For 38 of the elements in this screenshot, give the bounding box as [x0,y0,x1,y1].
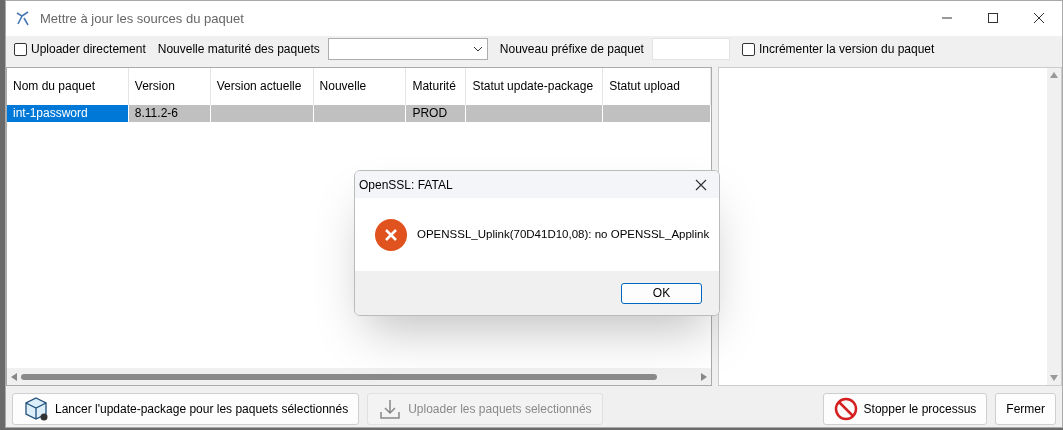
chevron-down-icon [472,46,483,53]
action-button[interactable]: Lancer l'update-package pour les paquets sélectionnés [12,392,360,425]
window-title: Mettre à jour les sources du paquet [40,9,244,28]
table-cell: int-1password [7,104,129,122]
column-header[interactable]: Version actuelle [210,67,314,105]
scroll-right-icon[interactable] [701,372,707,381]
field-label: Nouvelle maturité des paquets [157,41,320,59]
column-header[interactable]: Maturité [406,67,467,105]
scroll-left-icon[interactable] [11,372,17,381]
table-cell: PROD [406,104,467,122]
package-icon [23,395,49,422]
field-label: Nouveau préfixe de paquet [499,41,644,59]
table-cell: 8.11.2-6 [128,104,211,122]
column-header[interactable]: Statut update-package [466,67,604,105]
checkbox-label: Uploader directement [31,41,146,59]
checkbox[interactable] [14,42,27,56]
checkbox-label: Incrémenter la version du paquet [758,41,935,59]
column-header[interactable]: Nouvelle [313,67,407,105]
ok-button[interactable]: OK [621,282,702,304]
prefix-field[interactable] [651,38,730,61]
maximize-icon[interactable] [988,13,998,24]
action-button[interactable]: Stopper le processus [822,392,988,425]
dialog-title: OpenSSL: FATAL [359,176,453,194]
checkbox[interactable] [741,42,755,56]
prohibited-icon [833,396,858,421]
error-icon [375,218,407,251]
column-header[interactable]: Nom du paquet [7,67,129,105]
error-message: OPENSSL_Uplink(70D41D10,08): no OPENSSL_Applink [417,226,710,242]
action-button[interactable]: Fermer [995,392,1056,425]
close-icon[interactable] [695,178,707,191]
app-icon [14,9,32,28]
close-icon[interactable] [1034,13,1044,24]
column-header[interactable]: Statut upload [603,67,711,105]
maturity-dropdown[interactable] [327,38,488,61]
column-header[interactable]: Version [128,67,211,105]
scroll-up-icon[interactable] [1050,71,1058,78]
scroll-down-icon[interactable] [1050,375,1058,382]
table-row[interactable]: int-1password 8.11.2-6 PROD [7,104,711,122]
